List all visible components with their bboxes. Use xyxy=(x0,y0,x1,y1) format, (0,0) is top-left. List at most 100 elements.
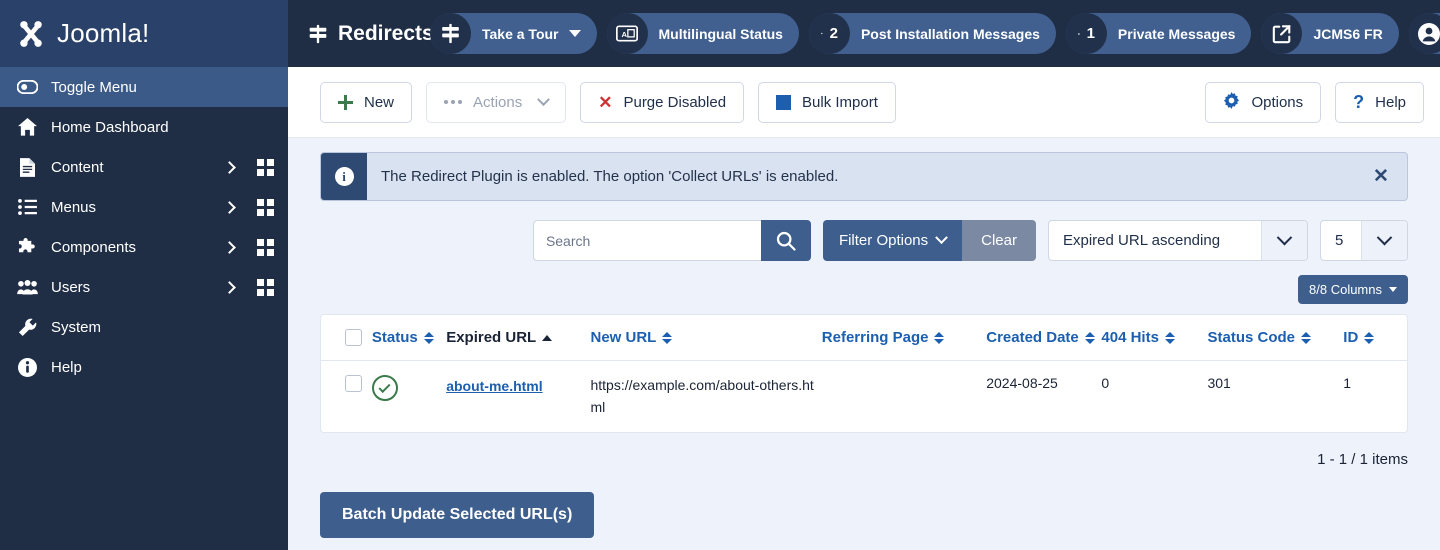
chevron-down-icon xyxy=(1261,221,1307,260)
row-id-cell: 1 xyxy=(1343,375,1352,391)
sidebar-item-home-dashboard[interactable]: Home Dashboard xyxy=(0,107,288,147)
post-installation-messages-pill[interactable]: 2 Post Installation Messages xyxy=(808,13,1056,54)
check-circle-icon[interactable] xyxy=(371,375,398,401)
columns-row: 8/8 Columns xyxy=(320,275,1408,304)
sort-icon xyxy=(934,331,945,344)
redirects-table: Status Expired URL New URL Referring Pag… xyxy=(321,315,1407,432)
home-icon xyxy=(16,118,38,136)
site-link-pill[interactable]: JCMS6 FR xyxy=(1261,13,1399,54)
redirects-table-card: Status Expired URL New URL Referring Pag… xyxy=(320,314,1408,434)
sidebar-item-toggle-menu[interactable]: Toggle Menu xyxy=(0,67,288,107)
limit-select[interactable]: 5 xyxy=(1320,220,1408,261)
filter-options-button[interactable]: Filter Options xyxy=(822,220,963,261)
row-checkbox[interactable] xyxy=(345,375,362,392)
sidebar-item-label: System xyxy=(51,318,102,336)
clear-button[interactable]: Clear xyxy=(962,220,1036,261)
bell-icon xyxy=(821,32,823,35)
question-mark-icon: ? xyxy=(1353,91,1365,112)
select-all-checkbox[interactable] xyxy=(345,329,362,346)
brand-area[interactable]: Joomla! xyxy=(0,0,288,67)
column-header-id[interactable]: ID xyxy=(1343,315,1407,361)
sidebar-item-label: Help xyxy=(51,358,82,376)
sort-icon xyxy=(1164,331,1175,344)
items-count: 1 - 1 / 1 items xyxy=(1317,451,1408,469)
post-installation-label: Post Installation Messages xyxy=(860,25,1040,42)
sidebar-item-components[interactable]: Components xyxy=(0,227,288,267)
table-row: about-me.html https://example.com/about-… xyxy=(321,361,1407,433)
alert-icon-box: i xyxy=(321,153,367,200)
filter-group: Filter Options Clear xyxy=(822,220,1036,261)
sidebar-item-users[interactable]: Users xyxy=(0,267,288,307)
grid-icon[interactable] xyxy=(257,278,274,296)
actions-button[interactable]: Actions xyxy=(426,81,567,123)
bulk-import-button[interactable]: Bulk Import xyxy=(758,81,896,123)
search-input[interactable] xyxy=(532,220,761,261)
sidebar-item-help[interactable]: Help xyxy=(0,347,288,387)
row-new-url-cell: https://example.com/about-others.html xyxy=(590,361,821,433)
batch-update-button[interactable]: Batch Update Selected URL(s) xyxy=(320,492,595,539)
wrench-icon xyxy=(16,318,38,337)
brand-name: Joomla! xyxy=(57,18,150,48)
close-icon[interactable]: ✕ xyxy=(1355,153,1407,200)
private-messages-pill[interactable]: 1 Private Messages xyxy=(1065,13,1252,54)
grid-icon[interactable] xyxy=(257,238,274,256)
chevron-right-icon[interactable] xyxy=(223,240,236,254)
header-pill-group: Take a Tour A Multilingual Status 2 Post… xyxy=(430,0,1440,67)
column-header-status[interactable]: Status xyxy=(371,315,447,361)
take-a-tour-pill[interactable]: Take a Tour xyxy=(430,13,597,54)
column-label: Status xyxy=(371,329,418,346)
new-button[interactable]: New xyxy=(320,81,413,123)
svg-text:A: A xyxy=(622,30,628,39)
search-group xyxy=(532,220,811,261)
sidebar-item-system[interactable]: System xyxy=(0,307,288,347)
row-status-cell xyxy=(371,361,446,433)
column-header-expired-url[interactable]: Expired URL xyxy=(446,315,591,361)
column-label: Created Date xyxy=(986,329,1079,346)
info-circle-icon xyxy=(16,357,38,377)
search-button[interactable] xyxy=(760,220,811,261)
sidebar-item-menus[interactable]: Menus xyxy=(0,187,288,227)
sidebar-item-label: Home Dashboard xyxy=(51,118,169,136)
column-label: Status Code xyxy=(1207,329,1295,346)
column-header-status-code[interactable]: Status Code xyxy=(1207,315,1344,361)
grid-icon[interactable] xyxy=(257,158,274,176)
purge-disabled-button[interactable]: ✕ Purge Disabled xyxy=(580,81,745,123)
column-label: 404 Hits xyxy=(1101,329,1159,346)
alert-message: The Redirect Plugin is enabled. The opti… xyxy=(381,168,839,185)
sidebar-item-label: Menus xyxy=(51,198,97,216)
chevron-down-icon xyxy=(935,231,949,245)
info-alert: i The Redirect Plugin is enabled. The op… xyxy=(320,152,1408,201)
help-button[interactable]: ? Help xyxy=(1335,81,1424,123)
private-messages-label: Private Messages xyxy=(1117,25,1236,42)
columns-toggle-button[interactable]: 8/8 Columns xyxy=(1298,275,1408,304)
square-icon xyxy=(776,94,792,110)
select-all-header xyxy=(321,315,372,361)
chevron-right-icon[interactable] xyxy=(223,200,236,214)
expired-url-link[interactable]: about-me.html xyxy=(446,375,544,399)
chevron-right-icon[interactable] xyxy=(223,160,236,174)
site-link-label: JCMS6 FR xyxy=(1313,25,1383,42)
grid-icon[interactable] xyxy=(257,198,274,216)
sidebar-item-content[interactable]: Content xyxy=(0,147,288,187)
column-label: Referring Page xyxy=(821,329,929,346)
column-header-created-date[interactable]: Created Date xyxy=(986,315,1102,361)
sidebar: Toggle Menu Home Dashboard Content Menus… xyxy=(0,67,288,550)
column-header-new-url[interactable]: New URL xyxy=(590,315,822,361)
row-expired-url-cell: about-me.html xyxy=(446,361,590,433)
row-created-date-cell: 2024-08-25 xyxy=(986,375,1058,391)
user-menu-pill[interactable]: User Menu xyxy=(1408,13,1440,54)
column-header-referring-page[interactable]: Referring Page xyxy=(821,315,987,361)
sort-select[interactable]: Expired URL ascending xyxy=(1048,220,1308,261)
search-icon xyxy=(776,231,796,251)
column-header-404-hits[interactable]: 404 Hits xyxy=(1101,315,1208,361)
sidebar-item-label: Content xyxy=(51,158,104,176)
signpost-icon xyxy=(309,24,327,43)
new-button-label: New xyxy=(364,93,395,111)
column-label: ID xyxy=(1343,329,1359,346)
sort-select-value: Expired URL ascending xyxy=(1063,232,1221,249)
options-button[interactable]: Options xyxy=(1205,81,1322,123)
multilingual-status-pill[interactable]: A Multilingual Status xyxy=(606,13,799,54)
chevron-right-icon[interactable] xyxy=(223,280,236,294)
chevron-down-icon xyxy=(537,92,551,106)
list-icon xyxy=(16,199,38,215)
